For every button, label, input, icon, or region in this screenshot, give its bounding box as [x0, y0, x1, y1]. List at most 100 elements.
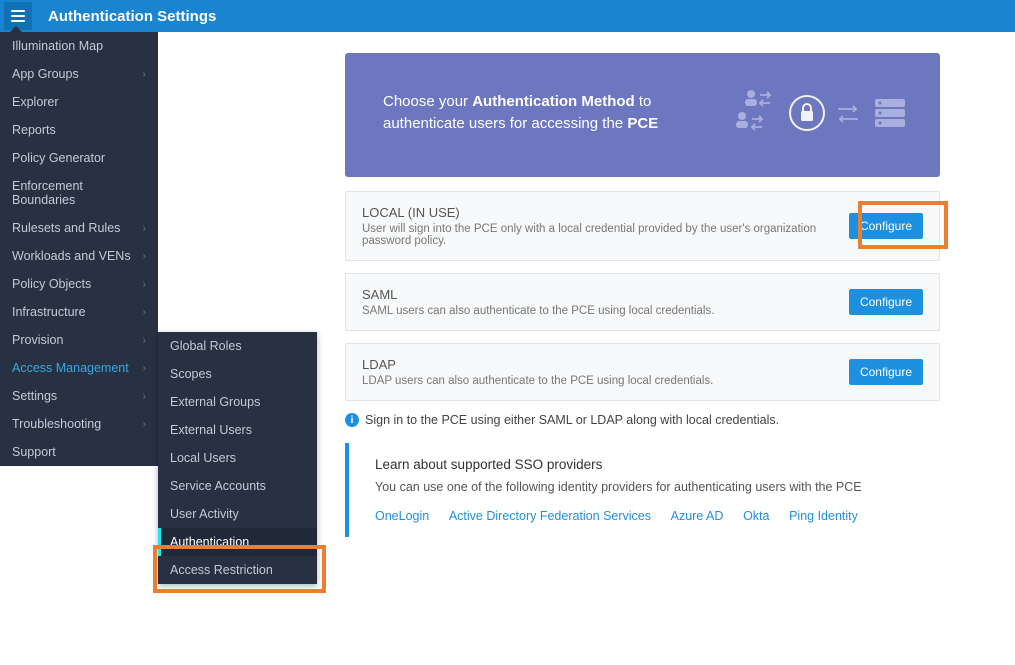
submenu-service-accounts[interactable]: Service Accounts	[158, 472, 317, 500]
submenu-external-users[interactable]: External Users	[158, 416, 317, 444]
chevron-right-icon: ›	[143, 419, 146, 430]
sso-link-onelogin[interactable]: OneLogin	[375, 509, 429, 523]
card-title-ldap: LDAP	[362, 357, 849, 372]
nav-settings[interactable]: Settings ›	[0, 382, 158, 410]
nav-reports[interactable]: Reports	[0, 116, 158, 144]
card-desc-local: User will sign into the PCE only with a …	[362, 223, 849, 247]
access-management-submenu: Global Roles Scopes External Groups Exte…	[158, 332, 317, 584]
banner-bold2: PCE	[627, 115, 658, 132]
sso-link-okta[interactable]: Okta	[743, 509, 769, 523]
submenu-label: Scopes	[170, 367, 212, 381]
chevron-right-icon: ›	[143, 391, 146, 402]
nav-infrastructure[interactable]: Infrastructure ›	[0, 298, 158, 326]
nav-label: Policy Generator	[12, 151, 105, 165]
card-desc-ldap: LDAP users can also authenticate to the …	[362, 375, 849, 387]
sso-link-azure-ad[interactable]: Azure AD	[671, 509, 724, 523]
nav-enforcement-boundaries[interactable]: Enforcement Boundaries	[0, 172, 158, 214]
submenu-label: External Users	[170, 423, 252, 437]
banner-bold1: Authentication Method	[472, 93, 634, 110]
nav-access-management[interactable]: Access Management ›	[0, 354, 158, 382]
nav-label: Illumination Map	[12, 39, 103, 53]
banner-prefix: Choose your	[383, 93, 472, 110]
configure-local-button[interactable]: Configure	[849, 213, 923, 239]
auth-card-saml: SAML SAML users can also authenticate to…	[345, 273, 940, 331]
submenu-label: Global Roles	[170, 339, 242, 353]
nav-policy-objects[interactable]: Policy Objects ›	[0, 270, 158, 298]
nav-label: Reports	[12, 123, 56, 137]
nav-troubleshooting[interactable]: Troubleshooting ›	[0, 410, 158, 438]
main-content: Choose your Authentication Method to aut…	[345, 53, 940, 537]
chevron-right-icon: ›	[143, 223, 146, 234]
info-line: i Sign in to the PCE using either SAML o…	[345, 413, 940, 427]
submenu-access-restriction[interactable]: Access Restriction	[158, 556, 317, 584]
card-left: SAML SAML users can also authenticate to…	[362, 287, 849, 317]
arrows-icon	[834, 99, 862, 127]
users-icon	[724, 85, 780, 141]
nav-label: Provision	[12, 333, 63, 347]
nav-label: Support	[12, 445, 56, 459]
submenu-label: Service Accounts	[170, 479, 266, 493]
nav-label: Troubleshooting	[12, 417, 101, 431]
sso-link-adfs[interactable]: Active Directory Federation Services	[449, 509, 651, 523]
card-desc-saml: SAML users can also authenticate to the …	[362, 305, 849, 317]
nav-illumination-map[interactable]: Illumination Map	[0, 32, 158, 60]
submenu-local-users[interactable]: Local Users	[158, 444, 317, 472]
chevron-right-icon: ›	[143, 279, 146, 290]
info-text: Sign in to the PCE using either SAML or …	[365, 413, 779, 427]
nav-explorer[interactable]: Explorer	[0, 88, 158, 116]
card-left: LDAP LDAP users can also authenticate to…	[362, 357, 849, 387]
nav-label: App Groups	[12, 67, 79, 81]
nav-label: Infrastructure	[12, 305, 86, 319]
submenu-label: Access Restriction	[170, 563, 273, 577]
nav-label: Policy Objects	[12, 277, 91, 291]
submenu-authentication[interactable]: Authentication	[158, 528, 317, 556]
submenu-label: External Groups	[170, 395, 260, 409]
configure-saml-button[interactable]: Configure	[849, 289, 923, 315]
submenu-external-groups[interactable]: External Groups	[158, 388, 317, 416]
page-title: Authentication Settings	[48, 8, 216, 25]
auth-card-ldap: LDAP LDAP users can also authenticate to…	[345, 343, 940, 401]
auth-card-local: LOCAL (IN USE) User will sign into the P…	[345, 191, 940, 261]
nav-support[interactable]: Support	[0, 438, 158, 466]
info-icon: i	[345, 413, 359, 427]
sso-title: Learn about supported SSO providers	[375, 457, 940, 472]
chevron-right-icon: ›	[143, 363, 146, 374]
nav-label: Access Management	[12, 361, 129, 375]
server-icon	[870, 93, 910, 133]
nav-policy-generator[interactable]: Policy Generator	[0, 144, 158, 172]
nav-workloads-and-vens[interactable]: Workloads and VENs ›	[0, 242, 158, 270]
nav-label: Settings	[12, 389, 57, 403]
nav-app-groups[interactable]: App Groups ›	[0, 60, 158, 88]
auth-banner: Choose your Authentication Method to aut…	[345, 53, 940, 177]
chevron-right-icon: ›	[143, 69, 146, 80]
sso-link-ping-identity[interactable]: Ping Identity	[789, 509, 858, 523]
banner-graphic	[724, 85, 910, 141]
nav-label: Enforcement Boundaries	[12, 179, 146, 207]
card-title-saml: SAML	[362, 287, 849, 302]
chevron-right-icon: ›	[143, 307, 146, 318]
nav-label: Rulesets and Rules	[12, 221, 120, 235]
sso-links: OneLogin Active Directory Federation Ser…	[375, 508, 940, 523]
nav-rulesets-and-rules[interactable]: Rulesets and Rules ›	[0, 214, 158, 242]
hamburger-icon	[10, 8, 26, 24]
chevron-right-icon: ›	[143, 251, 146, 262]
banner-text: Choose your Authentication Method to aut…	[383, 91, 683, 136]
submenu-scopes[interactable]: Scopes	[158, 360, 317, 388]
sidebar: Illumination Map App Groups › Explorer Re…	[0, 32, 158, 466]
submenu-label: Authentication	[170, 535, 249, 549]
nav-label: Workloads and VENs	[12, 249, 131, 263]
card-left: LOCAL (IN USE) User will sign into the P…	[362, 205, 849, 247]
configure-ldap-button[interactable]: Configure	[849, 359, 923, 385]
lock-circle-icon	[788, 94, 826, 132]
sso-desc: You can use one of the following identit…	[375, 480, 940, 494]
top-bar: Authentication Settings	[0, 0, 1015, 32]
chevron-right-icon: ›	[143, 335, 146, 346]
sso-provider-block: Learn about supported SSO providers You …	[345, 443, 940, 537]
card-title-local: LOCAL (IN USE)	[362, 205, 849, 220]
nav-provision[interactable]: Provision ›	[0, 326, 158, 354]
nav-label: Explorer	[12, 95, 59, 109]
submenu-user-activity[interactable]: User Activity	[158, 500, 317, 528]
submenu-label: Local Users	[170, 451, 236, 465]
submenu-label: User Activity	[170, 507, 239, 521]
submenu-global-roles[interactable]: Global Roles	[158, 332, 317, 360]
